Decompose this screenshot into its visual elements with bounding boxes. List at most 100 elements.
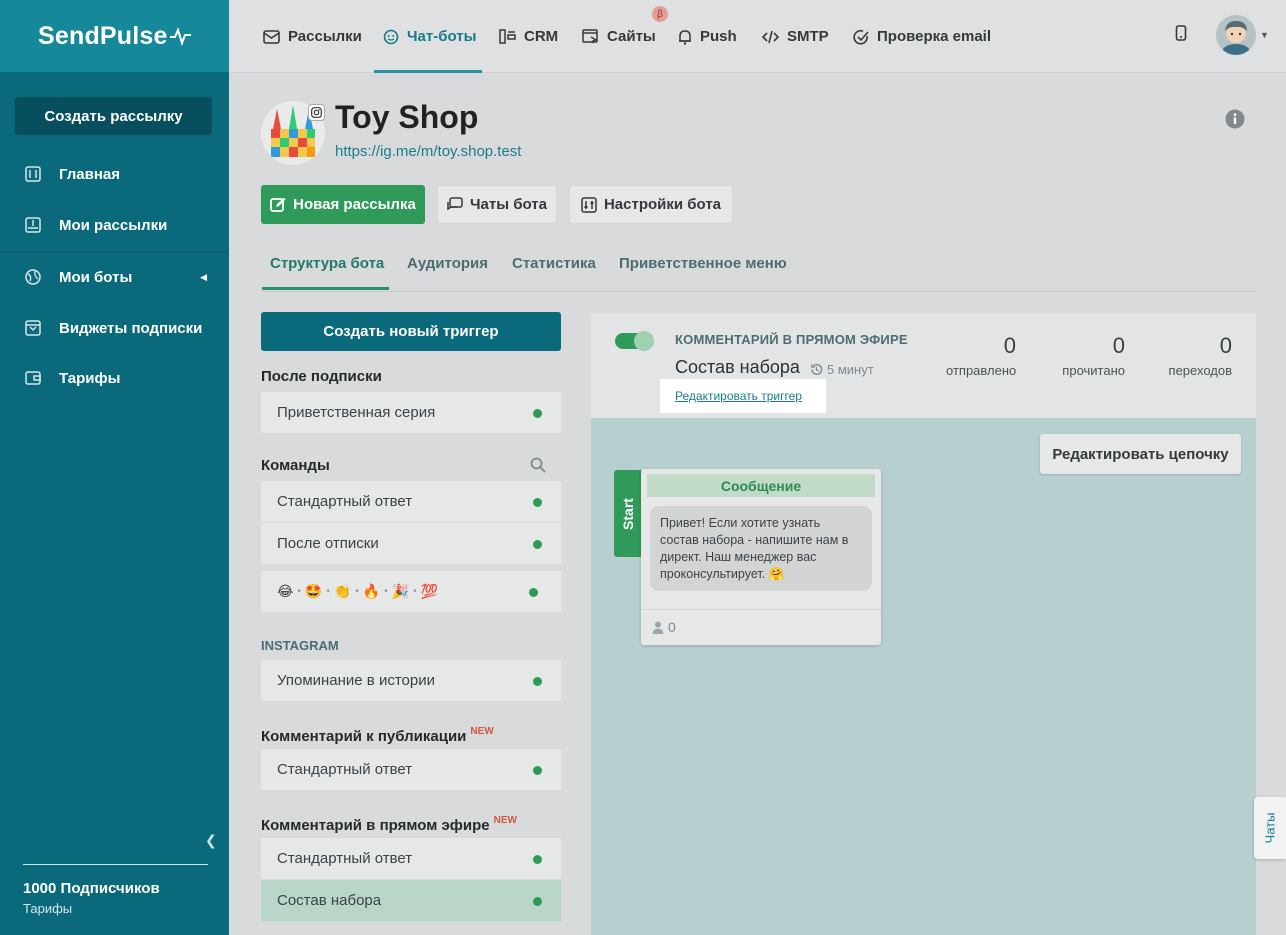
active-status-dot xyxy=(529,588,538,597)
message-bubble: Привет! Если хотите узнать состав набора… xyxy=(650,506,872,591)
globe-icon xyxy=(24,268,42,286)
create-mailing-button[interactable]: Создать рассылку xyxy=(15,97,212,135)
trigger-label: Стандартный ответ xyxy=(277,493,413,510)
edit-chain-button[interactable]: Редактировать цепочку xyxy=(1040,434,1241,474)
caret-left-icon: ◀ xyxy=(200,271,207,282)
nav-chatbots-label: Чат-боты xyxy=(407,28,477,45)
new-badge: NEW xyxy=(470,726,494,737)
history-icon xyxy=(810,364,823,375)
create-trigger-button[interactable]: Создать новый триггер xyxy=(261,312,561,351)
widget-icon xyxy=(24,319,42,337)
trigger-label: Состав набора xyxy=(277,892,382,909)
stat-read-label: прочитано xyxy=(1062,363,1125,378)
section-instagram: INSTAGRAM xyxy=(261,638,339,653)
nav-smtp[interactable]: SMTP xyxy=(762,0,829,73)
trigger-emoji-command[interactable]: 😂 • 🤩 • 👏 • 🔥 • 🎉 • 💯 xyxy=(261,571,561,613)
trigger-post-standard-reply[interactable]: Стандартный ответ xyxy=(261,749,561,791)
trigger-delay-label: 5 минут xyxy=(827,362,874,377)
stat-sent-label: отправлено xyxy=(946,363,1017,378)
tab-welcome-menu[interactable]: Приветственное меню xyxy=(619,255,787,272)
nav-sites[interactable]: Сайты xyxy=(582,0,656,73)
trigger-story-mention[interactable]: Упоминание в истории xyxy=(261,660,561,702)
sidebar-bottom-divider xyxy=(23,864,208,865)
active-status-dot xyxy=(533,855,542,864)
bot-settings-label: Настройки бота xyxy=(603,196,722,213)
sidebar-item-label: Главная xyxy=(59,165,121,183)
start-node: Start xyxy=(614,470,642,557)
avatar[interactable] xyxy=(1216,15,1256,55)
sidebar-item-mailings[interactable]: Мои рассылки xyxy=(0,203,229,247)
sidebar-divider xyxy=(0,252,229,253)
stat-read-value: 0 xyxy=(1112,333,1125,358)
nav-mailings[interactable]: Рассылки xyxy=(263,0,362,73)
sidebar-item-tariffs[interactable]: Тарифы xyxy=(0,356,229,400)
plan-link[interactable]: Тарифы xyxy=(23,901,72,916)
message-node[interactable]: Сообщение Привет! Если хотите узнать сос… xyxy=(641,469,881,645)
new-mailing-button[interactable]: Новая рассылка xyxy=(261,185,425,224)
trigger-label: После отписки xyxy=(277,535,379,552)
section-after-subscribe: После подписки xyxy=(261,368,382,385)
nav-email-check[interactable]: Проверка email xyxy=(853,0,991,73)
start-label: Start xyxy=(620,497,636,530)
chats-side-tab[interactable]: Чаты xyxy=(1254,797,1286,859)
section-post-comment: Комментарий к публикации NEW xyxy=(261,726,494,745)
collapse-chevron-icon[interactable]: ❮ xyxy=(205,832,217,849)
sidebar-item-home[interactable]: Главная xyxy=(0,152,229,196)
tab-audience[interactable]: Аудитория xyxy=(407,255,488,272)
sidebar-item-widgets[interactable]: Виджеты подписки xyxy=(0,306,229,350)
nav-active-underline xyxy=(374,70,482,73)
trigger-toggle[interactable] xyxy=(615,331,654,351)
pulse-icon xyxy=(169,27,191,46)
separator-dot: • xyxy=(355,586,359,597)
stat-sent: 0 отправлено xyxy=(946,333,1016,378)
nav-email-check-label: Проверка email xyxy=(877,28,992,45)
tab-active-underline xyxy=(262,287,389,290)
stat-clicks-value: 0 xyxy=(1219,333,1232,358)
site-icon xyxy=(582,29,598,44)
trigger-type: КОММЕНТАРИЙ В ПРЯМОМ ЭФИРЕ xyxy=(675,332,908,347)
message-node-header: Сообщение xyxy=(647,474,875,497)
separator-dot: • xyxy=(297,586,301,597)
trigger-label: Упоминание в истории xyxy=(277,672,435,689)
logo[interactable]: SendPulse xyxy=(0,0,229,72)
tab-statistics[interactable]: Статистика xyxy=(512,255,596,272)
trigger-kit-contents[interactable]: Состав набора xyxy=(261,880,561,922)
bot-chats-button[interactable]: Чаты бота xyxy=(437,185,557,224)
beta-badge: β xyxy=(652,6,668,22)
nav-push-label: Push xyxy=(700,28,737,45)
trigger-live-standard-reply[interactable]: Стандартный ответ xyxy=(261,838,561,880)
bot-title: Toy Shop xyxy=(335,99,479,135)
trigger-standard-reply[interactable]: Стандартный ответ xyxy=(261,481,561,523)
nav-push[interactable]: Push xyxy=(678,0,737,73)
bot-link[interactable]: https://ig.me/m/toy.shop.test xyxy=(335,143,521,160)
sidebar-item-bots[interactable]: Мои боты ◀ xyxy=(0,255,229,299)
check-circle-icon xyxy=(853,29,869,45)
logo-text: SendPulse xyxy=(38,21,168,50)
chevron-down-icon[interactable]: ▼ xyxy=(1260,30,1269,40)
bot-settings-button[interactable]: Настройки бота xyxy=(569,185,733,224)
sidebar-item-label: Тарифы xyxy=(59,369,121,387)
info-icon[interactable] xyxy=(1225,109,1245,129)
tab-bot-structure[interactable]: Структура бота xyxy=(270,255,384,272)
separator-dot: • xyxy=(413,586,417,597)
chats-side-tab-label: Чаты xyxy=(1262,812,1278,844)
code-icon xyxy=(762,30,779,43)
sidebar-item-label: Мои боты xyxy=(59,268,133,286)
trigger-welcome-series[interactable]: Приветственная серия xyxy=(261,392,561,434)
nav-crm[interactable]: CRM xyxy=(499,0,558,73)
emoji-fire: 🔥 xyxy=(362,583,381,599)
emoji-clap: 👏 xyxy=(333,583,352,599)
subscribers-count[interactable]: 1000 Подписчиков xyxy=(23,880,160,897)
chat-bubble-icon xyxy=(447,197,463,211)
stat-clicks: 0 переходов xyxy=(1162,333,1232,378)
trigger-name: Состав набора xyxy=(675,357,800,377)
chatbot-icon xyxy=(383,29,399,44)
message-subscribers: 0 xyxy=(651,619,676,635)
edit-trigger-link[interactable]: Редактировать триггер xyxy=(675,389,802,403)
search-icon[interactable] xyxy=(530,457,546,473)
mobile-icon[interactable] xyxy=(1175,25,1187,41)
trigger-after-unsubscribe[interactable]: После отписки xyxy=(261,523,561,565)
active-status-dot xyxy=(533,498,542,507)
nav-chatbots[interactable]: Чат-боты xyxy=(383,0,476,73)
bell-icon xyxy=(679,29,691,45)
